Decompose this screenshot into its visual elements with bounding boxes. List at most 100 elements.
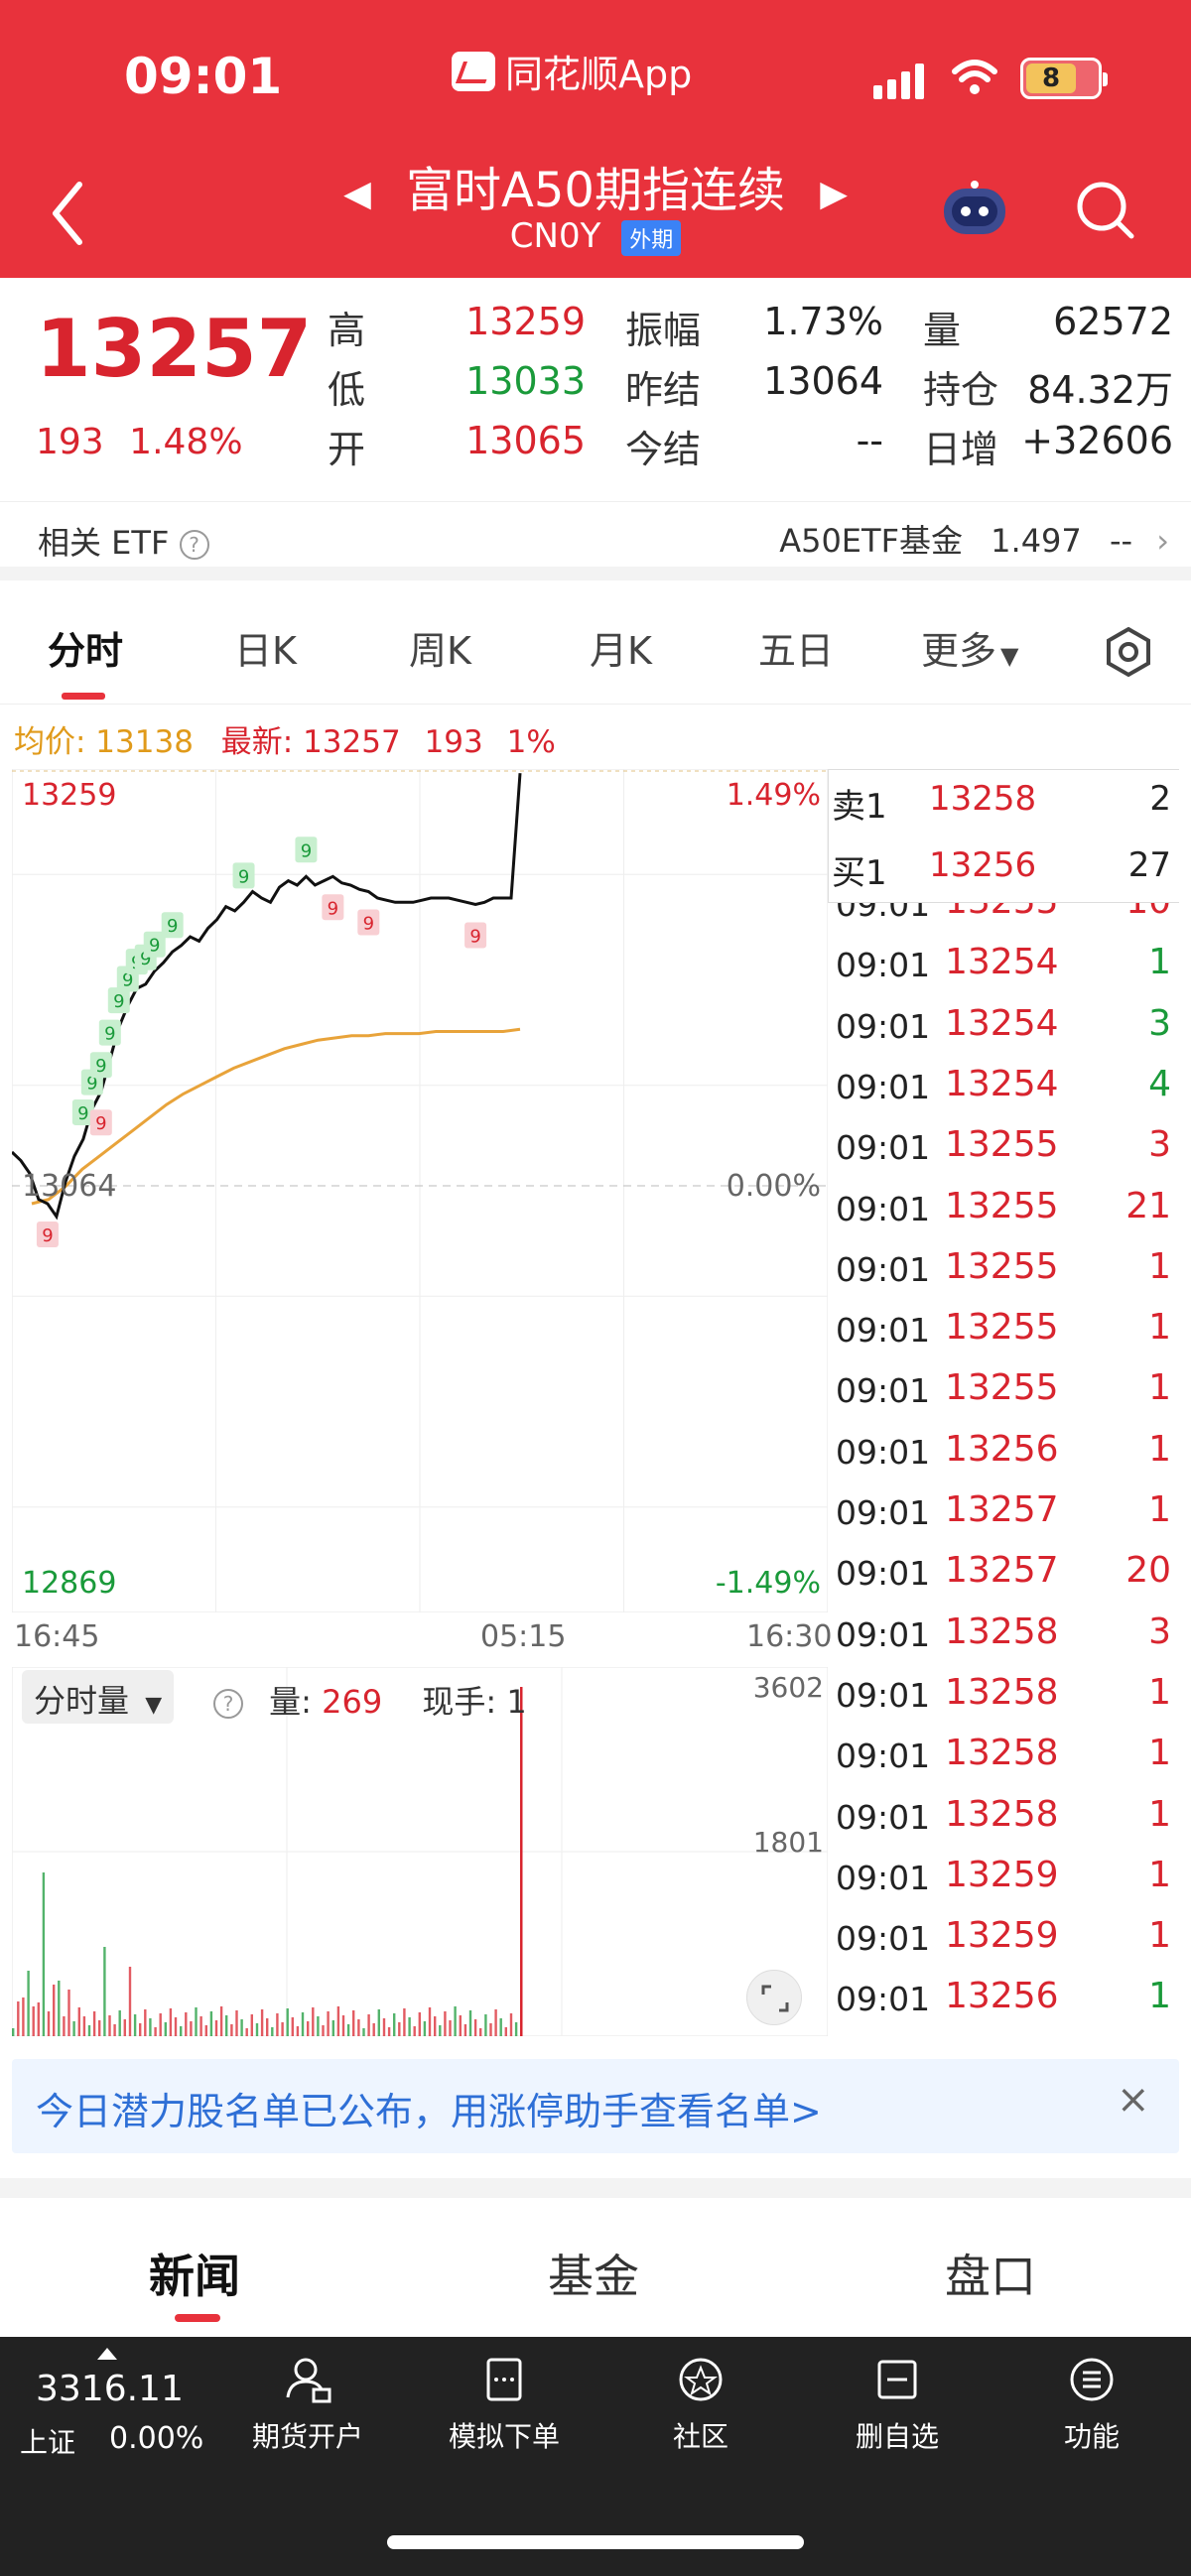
- svg-text:9: 9: [42, 1225, 53, 1246]
- minus-box-icon: [877, 2360, 917, 2399]
- buy-signal-marker: 9: [232, 862, 255, 889]
- remove-watchlist-button[interactable]: 删自选: [818, 2354, 977, 2455]
- tab-five-day[interactable]: 五日: [758, 620, 834, 675]
- trade-row: 09:01 13255 21: [830, 1182, 1181, 1242]
- volume-bar: [393, 2013, 396, 2036]
- chevron-right-icon: ›: [1156, 522, 1169, 560]
- volume-bar: [346, 2024, 350, 2036]
- tab-order-book[interactable]: 盘口: [945, 2241, 1036, 2306]
- trade-row: 09:01 13258 1: [830, 1729, 1181, 1789]
- tab-fund[interactable]: 基金: [548, 2241, 639, 2306]
- trade-time: 09:01: [836, 1189, 931, 1228]
- ask-label: 卖1: [832, 787, 887, 827]
- related-etf-label: 相关 ETF ?: [38, 518, 209, 564]
- volume-bar: [174, 2017, 178, 2036]
- price-change: 193 1.48%: [36, 422, 243, 462]
- trade-row: 09:01 13258 3: [830, 1608, 1181, 1668]
- chart-bottom-price: 12869: [22, 1566, 116, 1601]
- volume-bar: [82, 2016, 86, 2036]
- volume-bar: [413, 2026, 416, 2036]
- volume-bar: [17, 2001, 20, 2036]
- svg-text:9: 9: [104, 1024, 115, 1045]
- trade-volume: 1: [1148, 1733, 1171, 1774]
- simulated-order-button[interactable]: 模拟下单: [425, 2354, 584, 2455]
- ask-row: 卖1 13258 2: [830, 779, 1181, 838]
- help-icon[interactable]: ?: [179, 530, 209, 560]
- expand-icon: [761, 1985, 789, 2012]
- prev-settle-value: 13064: [763, 359, 883, 403]
- volume-bar: [12, 2028, 15, 2036]
- volume-bar: [423, 2021, 427, 2036]
- volume-bar: [367, 2014, 370, 2036]
- volume-bar: [159, 2013, 162, 2036]
- volume-bar: [336, 2006, 340, 2036]
- fullscreen-button[interactable]: [746, 1970, 802, 2025]
- volume-bar: [225, 2015, 228, 2036]
- futures-account-button[interactable]: 期货开户: [228, 2354, 387, 2455]
- trade-time: 09:01: [836, 1432, 931, 1472]
- volume-bar: [266, 2018, 269, 2036]
- tab-intraday[interactable]: 分时: [48, 620, 123, 675]
- promo-banner-text[interactable]: 今日潜力股名单已公布，用涨停助手查看名单>: [36, 2081, 822, 2135]
- volume-bar: [103, 1947, 106, 2036]
- trade-volume: 1: [1148, 1367, 1171, 1409]
- volume-bar: [362, 2028, 365, 2036]
- volume-bar: [195, 2007, 198, 2036]
- close-icon[interactable]: ×: [1117, 2077, 1150, 2123]
- person-card-icon: [286, 2358, 331, 2403]
- settings-icon[interactable]: [1102, 625, 1155, 679]
- volume-bar: [341, 2015, 345, 2036]
- tab-news[interactable]: 新闻: [149, 2241, 240, 2306]
- trade-time: 09:01: [836, 1067, 931, 1106]
- trade-price: 13256: [945, 1428, 1059, 1470]
- bid-label: 买1: [832, 853, 887, 893]
- trade-row: 09:01 13259 1: [830, 1851, 1181, 1911]
- volume-help-icon[interactable]: ?: [213, 1689, 243, 1719]
- trade-list[interactable]: 09:01 13255 10 09:01 13254 1 09:01 13254 3 09:01 1…: [830, 903, 1181, 2034]
- volume-bar: [255, 2023, 259, 2036]
- open-value: 13065: [465, 419, 586, 462]
- volume-bar: [185, 2012, 188, 2036]
- volume-bar: [276, 2013, 279, 2036]
- volume-bar: [408, 2017, 411, 2036]
- volume-bar: [428, 2007, 432, 2036]
- trade-volume: 3: [1148, 1610, 1171, 1652]
- index-change: 0.00%: [109, 2421, 204, 2456]
- volume-bar: [164, 2022, 167, 2036]
- volume-bar: [403, 2008, 406, 2036]
- functions-button[interactable]: 功能: [1012, 2354, 1171, 2455]
- tab-weekly-k[interactable]: 周K: [409, 620, 471, 675]
- etf-quote[interactable]: A50ETF基金 1.497 -- ›: [779, 516, 1169, 562]
- volume-bar: [133, 2014, 137, 2036]
- chart-top-price: 13259: [22, 778, 116, 813]
- volume-bar: [439, 2025, 442, 2036]
- open-label: 开: [328, 428, 366, 471]
- search-icon[interactable]: [1072, 177, 1137, 242]
- change-value: 193: [36, 422, 104, 462]
- intraday-chart[interactable]: 99999999999999999 13259 1.49% 13064 0.00…: [12, 769, 828, 1612]
- index-value[interactable]: 3316.11: [36, 2369, 184, 2409]
- volume-type-dropdown[interactable]: 分时量 ▼: [22, 1670, 175, 1724]
- volume-bar: [214, 2020, 218, 2036]
- amp-label: 振幅: [625, 309, 702, 352]
- next-contract-icon[interactable]: ▶: [820, 174, 848, 214]
- prev-contract-icon[interactable]: ◀: [343, 174, 371, 214]
- volume-bar: [149, 2018, 152, 2036]
- robot-assistant-icon[interactable]: [938, 179, 1011, 240]
- tab-more[interactable]: 更多 ▼: [921, 620, 1018, 675]
- volume-bar: [281, 2022, 284, 2036]
- trade-volume: 1: [1148, 942, 1171, 983]
- volume-bar: [190, 2021, 193, 2036]
- buy-signal-marker: 9: [89, 1052, 112, 1079]
- tab-daily-k[interactable]: 日K: [234, 620, 297, 675]
- volume-bar: [245, 2028, 248, 2036]
- tab-monthly-k[interactable]: 月K: [590, 620, 652, 675]
- volume-bar: [250, 2014, 253, 2036]
- trade-price: 13254: [945, 942, 1059, 983]
- trade-price: 13256: [945, 1976, 1059, 2017]
- community-button[interactable]: 社区: [621, 2354, 780, 2455]
- volume-bar: [209, 2011, 213, 2036]
- wifi-icon: [952, 60, 997, 94]
- community-label: 社区: [672, 2420, 728, 2453]
- trade-time: 09:01: [836, 1554, 931, 1594]
